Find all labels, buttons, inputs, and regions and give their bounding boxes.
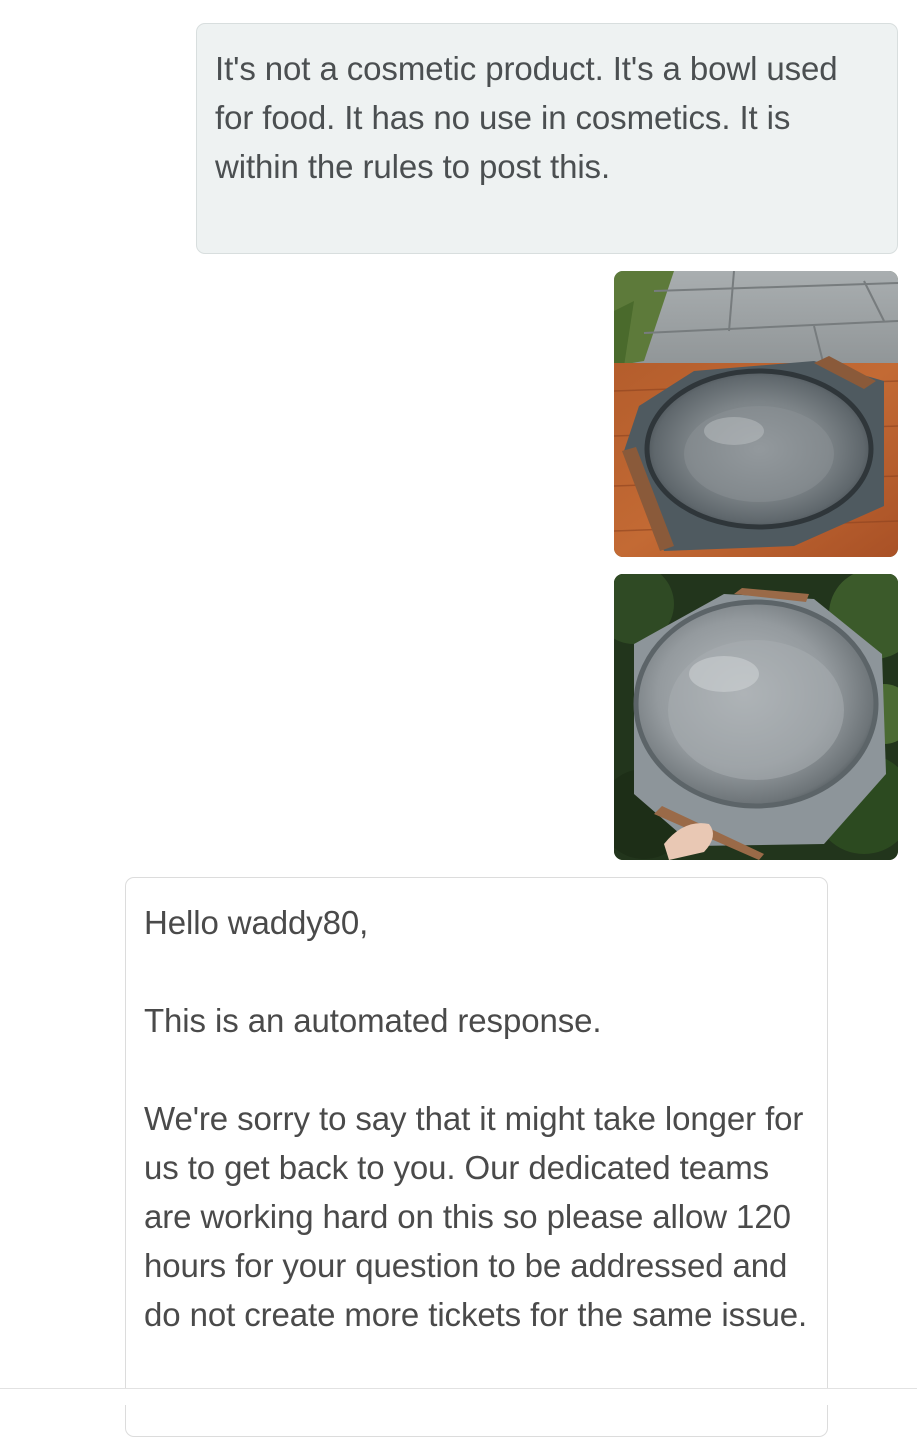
incoming-message-notice: This is an automated response.	[144, 1002, 602, 1039]
bottom-divider	[0, 1388, 917, 1405]
incoming-message-greeting: Hello waddy80,	[144, 904, 369, 941]
attachment-photo-2[interactable]	[614, 574, 898, 860]
photo-stainless-bowl-held-in-hand-icon	[614, 574, 898, 860]
photo-stainless-bowl-on-wooden-table-icon	[614, 271, 898, 557]
outgoing-message-text: It's not a cosmetic product. It's a bowl…	[215, 50, 838, 185]
attachment-photo-1[interactable]	[614, 271, 898, 557]
incoming-message-bubble: Hello waddy80, This is an automated resp…	[125, 877, 828, 1437]
incoming-message-body: We're sorry to say that it might take lo…	[144, 1100, 808, 1333]
outgoing-message-bubble: It's not a cosmetic product. It's a bowl…	[196, 23, 898, 254]
chat-thread: It's not a cosmetic product. It's a bowl…	[0, 0, 917, 1437]
